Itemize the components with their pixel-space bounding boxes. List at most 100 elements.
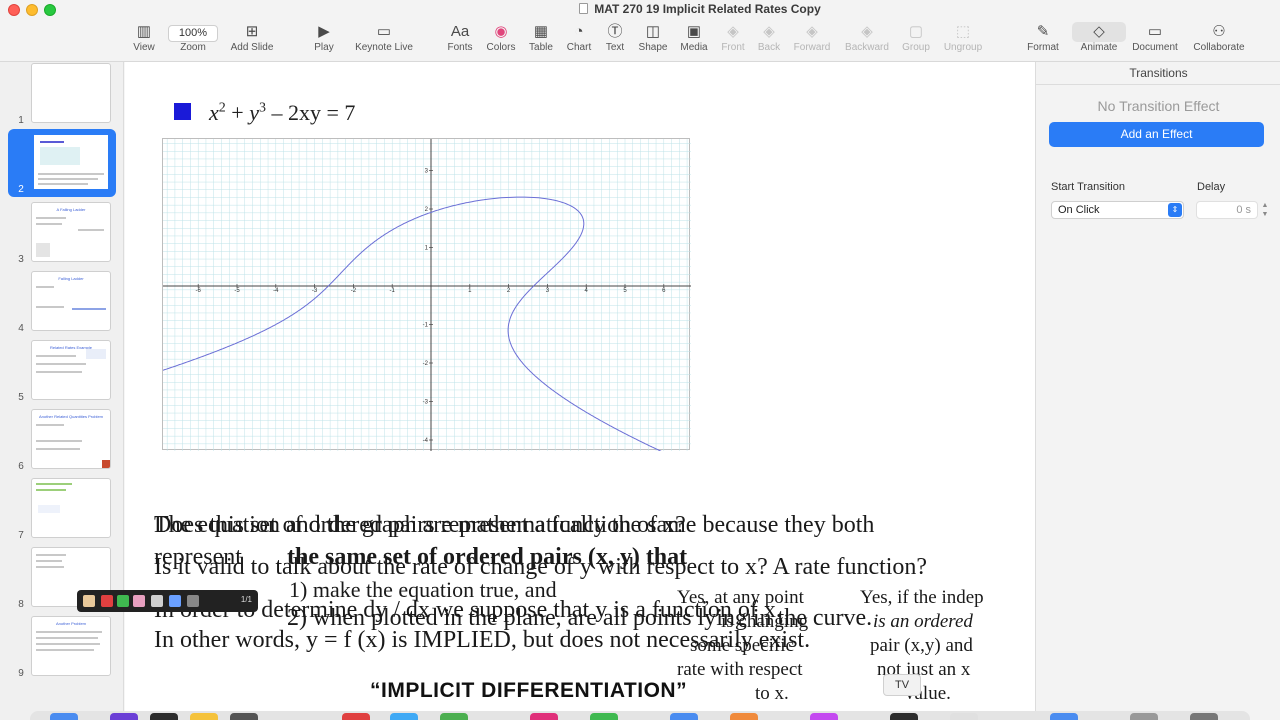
marker-icon[interactable]: [169, 595, 181, 607]
add-effect-button[interactable]: Add an Effect: [1049, 122, 1264, 147]
backward-button[interactable]: ◈ Backward: [842, 22, 892, 60]
dock-trash-icon[interactable]: [1190, 713, 1218, 720]
slide-thumbnail-5[interactable]: Related Rates Example: [31, 340, 111, 400]
note-right-line-1[interactable]: Yes, if the indep: [860, 587, 984, 609]
dock-app-icon[interactable]: [110, 713, 138, 720]
dock-app-icon[interactable]: [230, 713, 258, 720]
keynote-window: MAT 270 19 Implicit Related Rates Copy ▥…: [0, 0, 1280, 720]
group-button[interactable]: ▢ Group: [900, 22, 932, 60]
animate-button[interactable]: ◇ Animate: [1072, 22, 1126, 60]
x-tick-label: -3: [312, 288, 318, 294]
y-tick-label: 3: [425, 169, 429, 175]
implicit-differentiation-title[interactable]: “IMPLICIT DIFFERENTIATION”: [370, 679, 687, 703]
colors-button[interactable]: ◉ Colors: [484, 22, 518, 60]
dock-app-icon[interactable]: [150, 713, 178, 720]
media-button[interactable]: ▣ Media: [678, 22, 710, 60]
fonts-button[interactable]: Aa Fonts: [444, 22, 476, 60]
dock-app-icon[interactable]: [810, 713, 838, 720]
y-tick-label: -2: [423, 361, 429, 367]
note-left-line-1[interactable]: Yes, at any point: [677, 587, 804, 609]
delay-field[interactable]: 0 s: [1196, 201, 1258, 219]
keynote-live-icon: ▭: [376, 23, 392, 40]
bring-front-icon: ◈: [727, 23, 739, 40]
tv-badge[interactable]: TV: [883, 674, 921, 696]
zoom-menu[interactable]: 100% Zoom: [165, 22, 221, 60]
document-button[interactable]: ▭ Document: [1130, 22, 1180, 60]
collaborate-button[interactable]: ⚇ Collaborate: [1188, 22, 1250, 60]
forward-button[interactable]: ◈ Forward: [790, 22, 834, 60]
text-button[interactable]: Ⓣ Text: [602, 22, 628, 60]
dock-app-icon[interactable]: [670, 713, 698, 720]
ungroup-button[interactable]: ⬚ Ungroup: [940, 22, 986, 60]
slide[interactable]: x2 + y3 – 2xy = 7 -6 -5 -4 -3 -2 -1 1 2 3 4 5 6 3 2 1-…: [125, 62, 1035, 720]
media-icon: ▣: [686, 23, 702, 40]
pen-icon[interactable]: [83, 595, 95, 607]
implicit-curve-graph[interactable]: -6 -5 -4 -3 -2 -1 1 2 3 4 5 6 3 2 1 -1 -2 -3 -4: [162, 138, 691, 451]
animate-diamond-icon: ◇: [1072, 22, 1126, 42]
dock-app-icon[interactable]: [530, 713, 558, 720]
dock-app-icon[interactable]: [390, 713, 418, 720]
note-right-line-2[interactable]: is an ordered: [873, 611, 973, 633]
no-transition-label: No Transition Effect: [1097, 98, 1220, 114]
chart-button[interactable]: ◔ Chart: [564, 22, 594, 60]
format-button[interactable]: ✎ Format: [1022, 22, 1064, 60]
dock-app-icon[interactable]: [730, 713, 758, 720]
bullet-square: [174, 103, 191, 120]
front-button[interactable]: ◈ Front: [718, 22, 748, 60]
note-left-line-4[interactable]: to x.: [755, 683, 789, 705]
eraser-icon[interactable]: [133, 595, 145, 607]
slide-number: 5: [18, 392, 24, 403]
dock: [30, 711, 1250, 720]
pen-page-counter: 1/1: [240, 595, 252, 604]
keynote-live-button[interactable]: ▭ Keynote Live: [350, 22, 418, 60]
document-panel-icon: ▭: [1147, 23, 1163, 40]
note-left-line-3[interactable]: rate with respect: [677, 659, 803, 681]
text-box-icon: Ⓣ: [607, 23, 623, 40]
slide-thumbnail-9[interactable]: Another Problem: [31, 616, 111, 676]
statement-same-set[interactable]: The equation and the graph are mathemati…: [154, 512, 874, 539]
x-tick-label: -6: [196, 288, 202, 294]
pointer-icon[interactable]: [151, 595, 163, 607]
note-left-line-2[interactable]: some specific: [690, 635, 794, 657]
dock-app-icon[interactable]: [342, 713, 370, 720]
collaborate-icon: ⚇: [1212, 23, 1226, 40]
slide-thumbnail-7[interactable]: [31, 478, 111, 538]
dock-app-icon[interactable]: [190, 713, 218, 720]
shape-button[interactable]: ◫ Shape: [636, 22, 670, 60]
dock-app-icon[interactable]: [440, 713, 468, 720]
equation[interactable]: x2 + y3 – 2xy = 7: [209, 100, 355, 126]
play-button[interactable]: ▶ Play: [310, 22, 338, 60]
back-button[interactable]: ◈ Back: [754, 22, 784, 60]
table-button[interactable]: ▦ Table: [526, 22, 556, 60]
slide-thumbnail-2[interactable]: [31, 132, 111, 192]
slide-number: 8: [18, 599, 24, 610]
x-tick-label: -1: [390, 288, 396, 294]
dock-app-icon[interactable]: [590, 713, 618, 720]
slide-thumbnail-6[interactable]: Another Related Quantities Problem: [31, 409, 111, 469]
dock-app-icon[interactable]: [890, 713, 918, 720]
view-button[interactable]: ▥ View: [130, 22, 158, 60]
note-right-line-3[interactable]: pair (x,y) and: [870, 635, 973, 657]
sidebar-icon: ▥: [136, 23, 152, 40]
y-tick-label: -4: [423, 438, 429, 444]
red-color-swatch[interactable]: [101, 595, 113, 607]
slide-thumbnail-3[interactable]: A Falling Ladder: [31, 202, 111, 262]
play-icon: ▶: [318, 23, 330, 40]
slide-thumbnail-4[interactable]: Falling Ladder: [31, 271, 111, 331]
slide-canvas[interactable]: x2 + y3 – 2xy = 7 -6 -5 -4 -3 -2 -1 1 2 3 4 5 6 3 2 1-…: [125, 62, 1035, 720]
title-bar: MAT 270 19 Implicit Related Rates Copy ▥…: [0, 0, 1280, 62]
x-tick-label: -5: [234, 288, 240, 294]
dock-app-icon[interactable]: [1130, 713, 1158, 720]
delay-stepper[interactable]: ▲ ▼: [1260, 201, 1270, 219]
add-slide-button[interactable]: ⊞ Add Slide: [226, 22, 278, 60]
green-color-swatch[interactable]: [117, 595, 129, 607]
start-transition-select[interactable]: On Click ⇕: [1051, 201, 1184, 219]
pen-toolbar[interactable]: 1/1: [77, 590, 258, 612]
dock-app-icon[interactable]: [950, 713, 978, 720]
dock-app-icon[interactable]: [1050, 713, 1078, 720]
slide-thumbnail-1[interactable]: [31, 63, 111, 123]
note-left-extra[interactable]: is changing: [721, 611, 808, 633]
undo-icon[interactable]: [187, 595, 199, 607]
transitions-tab[interactable]: Transitions: [1036, 66, 1280, 80]
dock-app-icon[interactable]: [50, 713, 78, 720]
